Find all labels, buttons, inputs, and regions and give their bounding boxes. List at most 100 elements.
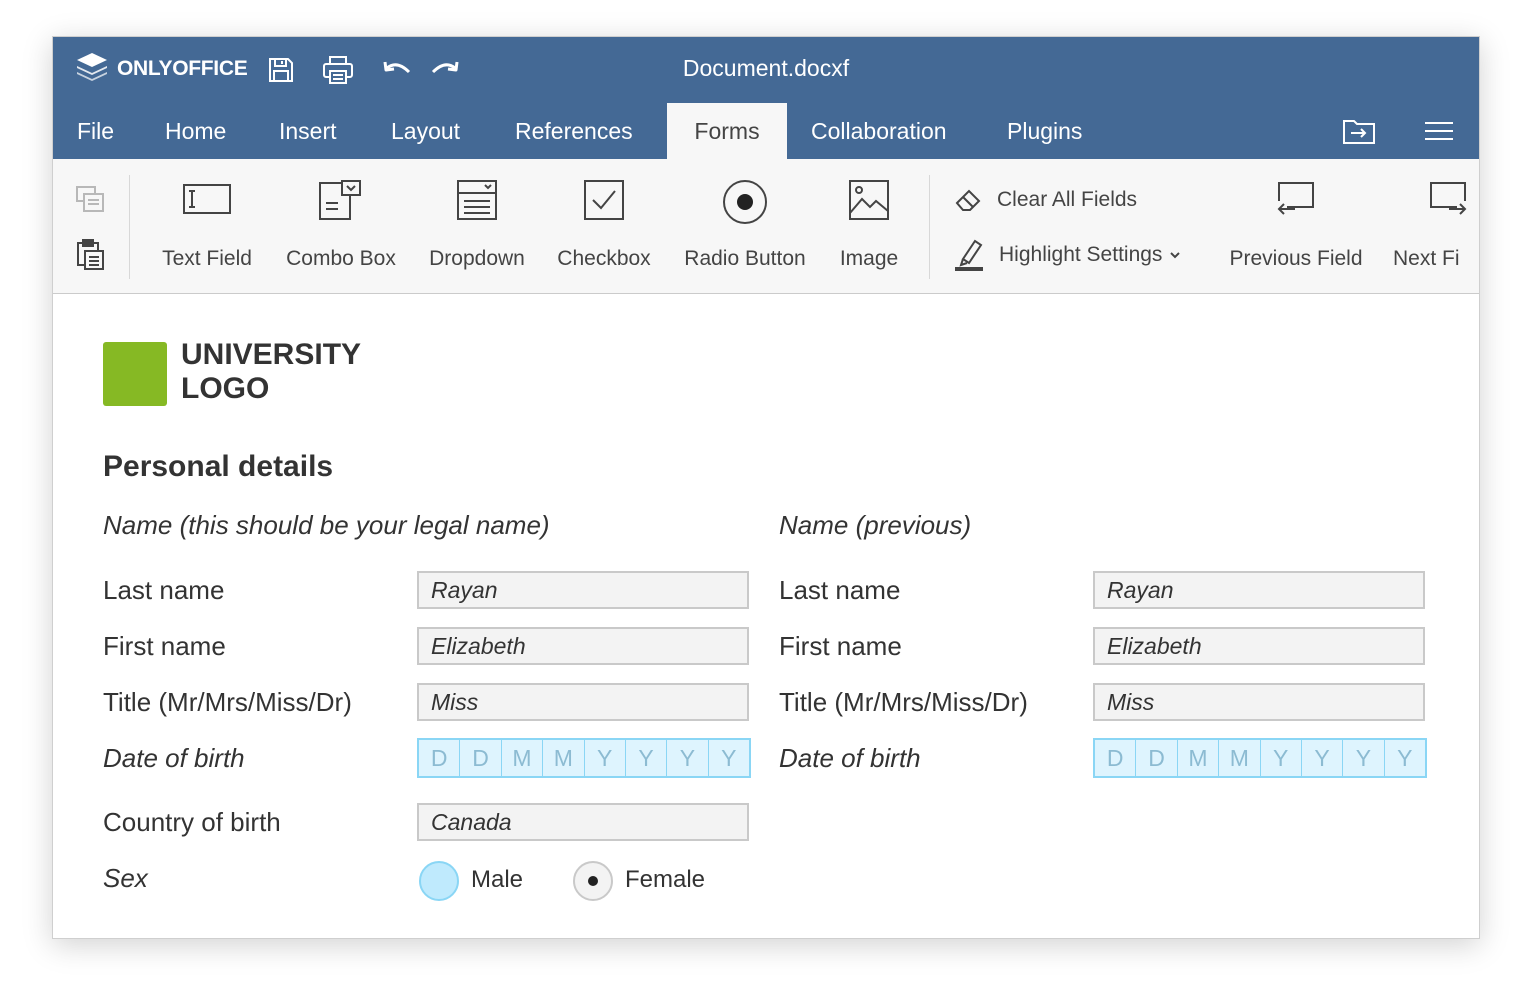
checkbox-label: Checkbox xyxy=(557,247,651,270)
dob-cell: D xyxy=(1106,745,1124,771)
radio-selected-dot xyxy=(588,876,598,886)
highlighter-icon xyxy=(955,239,983,271)
checkbox-icon xyxy=(584,180,624,220)
highlight-settings-label: Highlight Settings xyxy=(999,243,1163,266)
prev-dob-label: Date of birth xyxy=(779,743,921,773)
sex-male-label: Male xyxy=(471,866,524,893)
previous-field-label: Previous Field xyxy=(1229,247,1363,270)
tab-home[interactable]: Home xyxy=(141,103,250,159)
paste-button[interactable] xyxy=(75,239,105,271)
highlight-settings-button[interactable]: Highlight Settings xyxy=(953,237,1182,273)
radio-button-button[interactable]: Radio Button xyxy=(671,159,819,293)
text-field-label: Text Field xyxy=(162,247,252,270)
next-field-button[interactable]: Next Fi xyxy=(1389,159,1479,293)
text-field-icon xyxy=(183,184,231,214)
tab-forms[interactable]: Forms xyxy=(667,103,787,159)
radio-button-icon xyxy=(723,180,767,224)
combo-box-label: Combo Box xyxy=(286,247,396,270)
checkbox-button[interactable]: Checkbox xyxy=(547,159,661,293)
university-logo-icon xyxy=(103,342,167,406)
prev-dob-comb-field[interactable]: D D M M Y Y Y Y xyxy=(1093,738,1427,778)
title-bar: ONLYOFFICE Document.docxf xyxy=(53,37,1479,103)
tab-layout[interactable]: Layout xyxy=(367,103,484,159)
dob-cell: Y xyxy=(624,740,666,776)
dob-cell: M xyxy=(1176,740,1218,776)
logo-line-1: UNIVERSITY xyxy=(181,338,362,371)
title-field[interactable]: Miss xyxy=(417,683,749,721)
dob-cell: Y xyxy=(707,740,749,776)
tab-file[interactable]: File xyxy=(53,103,138,159)
image-icon xyxy=(849,180,889,220)
first-name-label: First name xyxy=(103,631,226,661)
dob-cell: D xyxy=(1135,740,1176,776)
logo-line-2: LOGO xyxy=(181,372,270,405)
dob-cell: D xyxy=(430,745,448,771)
first-name-field[interactable]: Elizabeth xyxy=(417,627,749,665)
dob-cell: M xyxy=(500,740,542,776)
image-label: Image xyxy=(839,247,899,270)
sex-female-label: Female xyxy=(625,866,706,893)
sex-label: Sex xyxy=(103,863,148,893)
dob-cell: Y xyxy=(583,740,625,776)
hamburger-menu-icon xyxy=(1425,122,1453,140)
clear-all-fields-label: Clear All Fields xyxy=(997,188,1138,211)
dob-comb-field[interactable]: D D M M Y Y Y Y xyxy=(417,738,751,778)
open-file-location-button[interactable] xyxy=(1334,103,1384,159)
sex-male-radio[interactable] xyxy=(419,861,459,901)
dob-cell: Y xyxy=(1383,740,1425,776)
country-of-birth-field[interactable]: Canada xyxy=(417,803,749,841)
sex-female-radio[interactable] xyxy=(573,861,613,901)
dropdown-icon xyxy=(457,180,497,220)
text-field-button[interactable]: Text Field xyxy=(145,159,269,293)
prev-first-name-label: First name xyxy=(779,631,902,661)
prev-title-field[interactable]: Miss xyxy=(1093,683,1425,721)
tab-references[interactable]: References xyxy=(491,103,657,159)
dob-cell: M xyxy=(542,740,583,776)
prev-last-name-label: Last name xyxy=(779,575,901,605)
clear-all-fields-button[interactable]: Clear All Fields xyxy=(953,185,1137,215)
dob-cell: Y xyxy=(1342,740,1383,776)
previous-field-icon xyxy=(1277,182,1314,215)
prev-first-name-field[interactable]: Elizabeth xyxy=(1093,627,1425,665)
country-of-birth-label: Country of birth xyxy=(103,807,281,837)
last-name-field[interactable]: Rayan xyxy=(417,571,749,609)
legal-name-heading: Name (this should be your legal name) xyxy=(103,510,550,540)
dob-cell: Y xyxy=(1259,740,1301,776)
image-button[interactable]: Image xyxy=(829,159,909,293)
copy-button[interactable] xyxy=(75,185,105,213)
previous-field-button[interactable]: Previous Field xyxy=(1219,159,1373,293)
dropdown-label: Dropdown xyxy=(429,247,525,270)
copy-icon xyxy=(76,186,104,212)
next-field-icon xyxy=(1430,182,1467,215)
folder-arrow-icon xyxy=(1343,120,1375,144)
toolbar-separator xyxy=(129,175,130,279)
dropdown-button[interactable]: Dropdown xyxy=(413,159,541,293)
tab-collaboration[interactable]: Collaboration xyxy=(787,103,971,159)
combo-box-button[interactable]: Combo Box xyxy=(275,159,407,293)
section-title: Personal details xyxy=(103,450,334,483)
last-name-label: Last name xyxy=(103,575,225,605)
previous-name-heading: Name (previous) xyxy=(779,510,972,540)
document-title: Document.docxf xyxy=(682,55,850,81)
next-field-label: Next Fi xyxy=(1393,247,1460,270)
title-label: Title (Mr/Mrs/Miss/Dr) xyxy=(103,687,352,717)
paste-icon xyxy=(77,239,104,270)
university-logo-text: UNIVERSITY LOGO xyxy=(181,338,361,406)
radio-button-label: Radio Button xyxy=(684,247,806,270)
dob-cell: D xyxy=(459,740,500,776)
dob-label: Date of birth xyxy=(103,743,245,773)
toolbar-separator xyxy=(929,175,930,279)
prev-title-label: Title (Mr/Mrs/Miss/Dr) xyxy=(779,687,1028,717)
dob-cell: M xyxy=(1218,740,1259,776)
ribbon-tabs: File Home Insert Layout References Forms… xyxy=(53,103,1479,159)
dob-cell: Y xyxy=(1300,740,1342,776)
tab-plugins[interactable]: Plugins xyxy=(983,103,1106,159)
editor-window: ONLYOFFICE Document.docxf File Home Inse… xyxy=(52,36,1480,939)
forms-toolbar: Text Field Combo Box Dropdown Checkbox R… xyxy=(53,159,1479,294)
document-page: UNIVERSITY LOGO Personal details Name (t… xyxy=(53,294,1479,938)
menu-button[interactable] xyxy=(1414,103,1464,159)
dob-cell: Y xyxy=(666,740,707,776)
tab-insert[interactable]: Insert xyxy=(255,103,361,159)
chevron-down-icon xyxy=(1170,252,1181,259)
prev-last-name-field[interactable]: Rayan xyxy=(1093,571,1425,609)
